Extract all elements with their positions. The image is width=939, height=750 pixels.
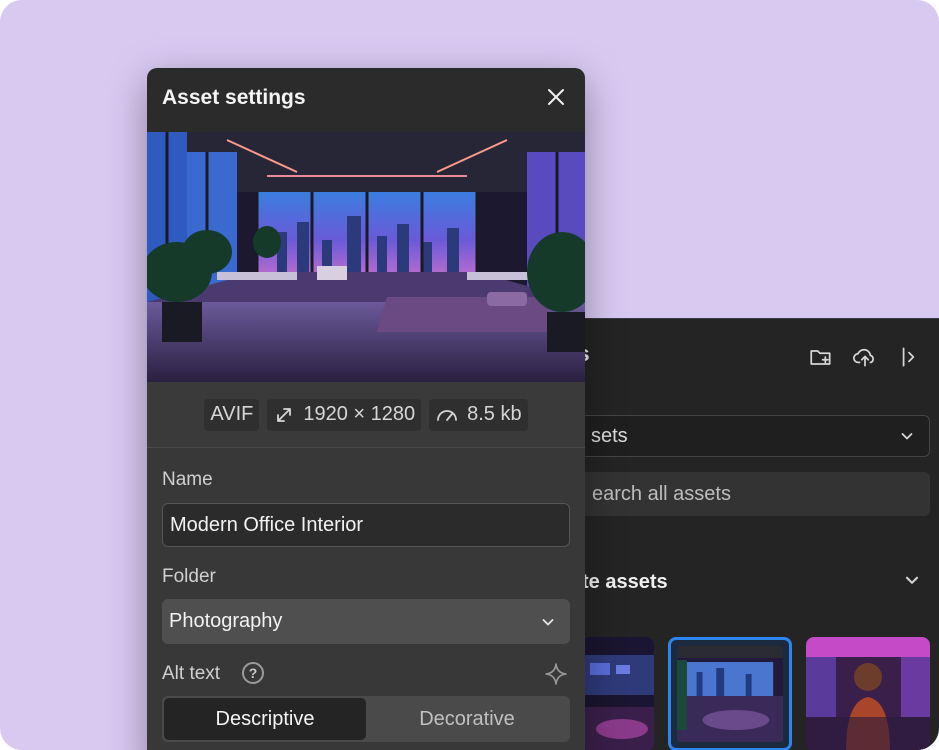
- thumbnail-image: [806, 637, 930, 750]
- close-icon[interactable]: [545, 86, 567, 108]
- help-icon[interactable]: ?: [242, 662, 264, 684]
- folder-value: Photography: [169, 610, 283, 632]
- thumbnail-image: [677, 646, 783, 742]
- private-assets-header[interactable]: te assets: [582, 571, 668, 594]
- collapse-panel-icon: [902, 347, 915, 367]
- dimensions-value: 1920 × 1280: [303, 403, 416, 425]
- asset-thumbnail[interactable]: [806, 637, 930, 750]
- upload-button[interactable]: [851, 343, 879, 371]
- canvas-background: ts sets earch all assets: [0, 0, 939, 750]
- collapse-panel-button[interactable]: [895, 343, 923, 371]
- assets-folder-value: sets: [591, 424, 628, 447]
- alt-option-decorative[interactable]: Decorative: [366, 698, 568, 740]
- name-value: Modern Office Interior: [170, 513, 364, 536]
- name-input[interactable]: Modern Office Interior: [162, 503, 570, 547]
- thumbnail-image: [582, 637, 654, 750]
- asset-preview-image: [147, 132, 585, 382]
- assets-toolbar: [807, 343, 923, 371]
- asset-thumbnail-selected[interactable]: [668, 637, 792, 750]
- filesize-badge: 8.5 kb: [429, 398, 528, 431]
- alt-option-descriptive[interactable]: Descriptive: [164, 698, 366, 740]
- name-label: Name: [162, 469, 213, 490]
- asset-form: Name Modern Office Interior Folder Photo…: [147, 448, 585, 750]
- chevron-down-icon[interactable]: [903, 571, 921, 589]
- assets-panel: ts sets earch all assets: [560, 318, 939, 750]
- asset-settings-modal: Asset settings AVIF 1920 × 1280 8.5 kb N…: [147, 68, 585, 750]
- asset-thumbnail[interactable]: [582, 637, 654, 750]
- new-folder-button[interactable]: [807, 343, 835, 371]
- format-value: AVIF: [210, 403, 254, 425]
- assets-search-input[interactable]: earch all assets: [574, 472, 930, 516]
- gauge-icon: [437, 409, 458, 421]
- folder-label: Folder: [162, 566, 216, 587]
- resize-icon: [277, 407, 292, 422]
- assets-folder-select[interactable]: sets: [574, 415, 930, 457]
- format-badge: AVIF: [204, 398, 260, 431]
- filesize-value: 8.5 kb: [467, 403, 522, 425]
- office-interior-image: [147, 132, 585, 382]
- modal-title: Asset settings: [162, 86, 306, 109]
- alt-text-type-toggle: Descriptive Decorative: [162, 696, 570, 742]
- folder-select[interactable]: Photography: [162, 599, 570, 644]
- assets-search-placeholder: earch all assets: [592, 482, 731, 505]
- dimensions-badge: 1920 × 1280: [267, 398, 422, 431]
- chevron-down-icon: [901, 433, 913, 440]
- new-folder-icon: [810, 350, 831, 365]
- sparkle-icon[interactable]: [544, 662, 568, 686]
- asset-metadata-row: AVIF 1920 × 1280 8.5 kb: [147, 382, 585, 448]
- upload-icon: [853, 348, 874, 367]
- chevron-down-icon: [542, 618, 554, 625]
- alt-text-label: Alt text: [162, 663, 221, 684]
